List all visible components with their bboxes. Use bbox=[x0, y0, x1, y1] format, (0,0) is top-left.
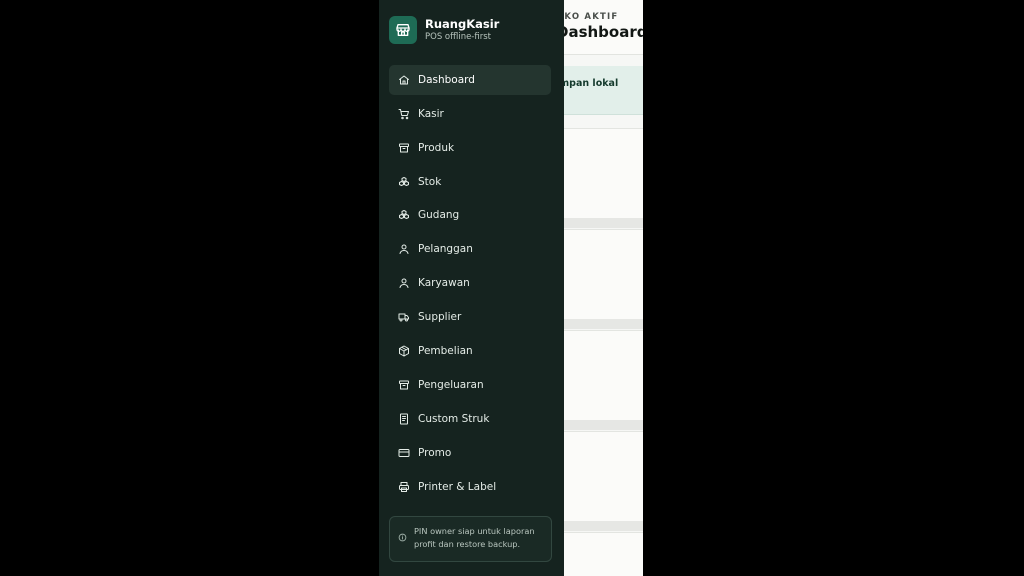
sidebar-item-supplier[interactable]: Supplier bbox=[389, 302, 551, 332]
home-icon bbox=[398, 74, 410, 86]
boxes-icon bbox=[398, 209, 410, 221]
sidebar-item-label: Supplier bbox=[418, 311, 462, 323]
sidebar-item-label: Gudang bbox=[418, 209, 460, 221]
sidebar-item-label: Promo bbox=[418, 447, 452, 459]
user-icon bbox=[398, 243, 410, 255]
sidebar-item-pembelian[interactable]: Pembelian bbox=[389, 336, 551, 366]
cart-icon bbox=[398, 108, 410, 120]
sidebar-item-dashboard[interactable]: Dashboard bbox=[389, 65, 551, 95]
sidebar-item-stok[interactable]: Stok bbox=[389, 167, 551, 197]
package-icon bbox=[398, 345, 410, 357]
sidebar-item-promo[interactable]: Promo bbox=[389, 438, 551, 468]
info-icon bbox=[398, 527, 407, 542]
sidebar-drawer: RuangKasir POS offline-first Dashboard K… bbox=[379, 0, 564, 576]
sidebar-item-gudang[interactable]: Gudang bbox=[389, 200, 551, 230]
sidebar-item-produk[interactable]: Produk bbox=[389, 133, 551, 163]
page-eyebrow: OKO AKTIF bbox=[556, 12, 619, 22]
store-icon bbox=[389, 16, 417, 44]
sidebar-item-label: Stok bbox=[418, 176, 442, 188]
archive-box-icon bbox=[398, 379, 410, 391]
brand-name: RuangKasir bbox=[425, 17, 500, 31]
user-icon bbox=[398, 277, 410, 289]
sidebar-item-label: Kasir bbox=[418, 108, 444, 120]
sidebar-item-label: Pelanggan bbox=[418, 243, 473, 255]
sidebar-item-label: Printer & Label bbox=[418, 481, 497, 493]
owner-pin-notice: PIN owner siap untuk laporan profit dan … bbox=[389, 516, 552, 562]
sidebar-item-label: Produk bbox=[418, 142, 455, 154]
sidebar-item-label: Dashboard bbox=[418, 74, 475, 86]
brand[interactable]: RuangKasir POS offline-first bbox=[389, 16, 559, 44]
sidebar-item-custom-struk[interactable]: Custom Struk bbox=[389, 404, 551, 434]
sidebar-item-label: Custom Struk bbox=[418, 413, 490, 425]
page-title: Dashboard bbox=[556, 23, 643, 41]
storage-banner-text: impan lokal bbox=[556, 78, 619, 89]
sidebar-item-pengeluaran[interactable]: Pengeluaran bbox=[389, 370, 551, 400]
sidebar-item-printer-label[interactable]: Printer & Label bbox=[389, 472, 551, 502]
card-icon bbox=[398, 447, 410, 459]
phone-viewport: OKO AKTIF Dashboard impan lokal RuangKas… bbox=[379, 0, 643, 576]
sidebar-item-karyawan[interactable]: Karyawan bbox=[389, 268, 551, 298]
archive-box-icon bbox=[398, 142, 410, 154]
notice-text: PIN owner siap untuk laporan profit dan … bbox=[414, 526, 535, 549]
sidebar-item-kasir[interactable]: Kasir bbox=[389, 99, 551, 129]
brand-subtitle: POS offline-first bbox=[425, 32, 491, 42]
boxes-icon bbox=[398, 176, 410, 188]
sidebar-item-label: Karyawan bbox=[418, 277, 470, 289]
sidebar-item-pelanggan[interactable]: Pelanggan bbox=[389, 234, 551, 264]
truck-icon bbox=[398, 311, 410, 323]
receipt-icon bbox=[398, 413, 410, 425]
printer-icon bbox=[398, 481, 410, 493]
sidebar-item-label: Pembelian bbox=[418, 345, 473, 357]
sidebar-item-label: Pengeluaran bbox=[418, 379, 484, 391]
